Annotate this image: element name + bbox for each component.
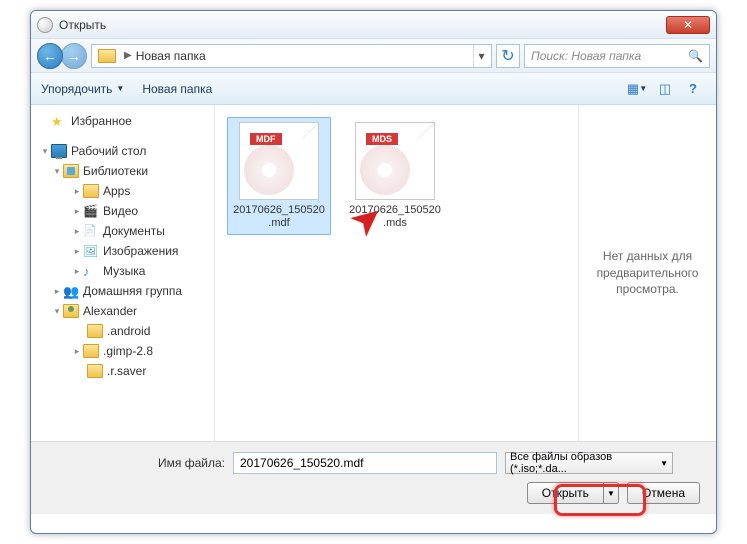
sidebar-user[interactable]: ▾ Alexander — [31, 301, 214, 321]
expander-icon[interactable]: ▸ — [71, 226, 83, 237]
folder-icon — [98, 49, 116, 63]
search-placeholder: Поиск: Новая папка — [531, 49, 641, 63]
open-button[interactable]: Открыть ▼ — [527, 482, 619, 504]
organize-menu[interactable]: Упорядочить ▼ — [41, 82, 124, 96]
sidebar-folder-gimp[interactable]: ▸ .gimp-2.8 — [31, 341, 214, 361]
video-icon: 🎬 — [83, 204, 99, 218]
expander-icon[interactable]: ▸ — [71, 346, 83, 357]
refresh-icon: ↻ — [501, 46, 514, 66]
files-area[interactable]: MDF 20170626_150520.mdf MDS 20170626_150… — [215, 105, 578, 441]
library-icon — [63, 164, 79, 178]
chevron-down-icon: ▼ — [639, 84, 647, 93]
disc-icon — [360, 145, 410, 195]
document-icon: 📄 — [83, 224, 99, 238]
footer: Имя файла: Все файлы образов (*.iso;*.da… — [31, 441, 716, 514]
chevron-down-icon: ▼ — [116, 84, 124, 93]
arrow-right-icon: → — [67, 48, 81, 64]
file-item-mdf[interactable]: MDF 20170626_150520.mdf — [227, 117, 331, 235]
music-icon: ♪ — [83, 264, 99, 278]
window-title: Открыть — [59, 18, 666, 32]
disc-icon — [244, 145, 294, 195]
forward-button[interactable]: → — [61, 43, 87, 69]
disc-icon — [37, 17, 53, 33]
sidebar-music[interactable]: ▸ ♪ Музыка — [31, 261, 214, 281]
new-folder-button[interactable]: Новая папка — [142, 82, 212, 96]
expander-icon[interactable]: ▸ — [71, 206, 83, 217]
expander-icon[interactable]: ▾ — [51, 166, 63, 177]
filename-input[interactable] — [233, 452, 497, 474]
chevron-down-icon[interactable]: ▼ — [604, 489, 618, 498]
back-button[interactable]: ← — [37, 43, 63, 69]
expander-icon[interactable]: ▸ — [71, 246, 83, 257]
file-thumbnail: MDS — [355, 122, 435, 200]
view-options-button[interactable]: ▦▼ — [624, 78, 650, 100]
sidebar-apps[interactable]: ▸ Apps — [31, 181, 214, 201]
preview-pane: Нет данных для предварительного просмотр… — [578, 105, 716, 441]
refresh-button[interactable]: ↻ — [496, 44, 520, 68]
file-name: 20170626_150520.mds — [348, 204, 442, 230]
homegroup-icon: 👥 — [63, 284, 79, 298]
search-input[interactable]: Поиск: Новая папка 🔍 — [524, 44, 710, 68]
image-icon: 🖼 — [83, 244, 99, 258]
breadcrumb[interactable]: ▶ Новая папка ▾ — [91, 44, 492, 68]
file-type-filter[interactable]: Все файлы образов (*.iso;*.da... ▼ — [505, 452, 673, 474]
sidebar-documents[interactable]: ▸ 📄 Документы — [31, 221, 214, 241]
nav-bar: ← → ▶ Новая папка ▾ ↻ Поиск: Новая папка… — [31, 39, 716, 73]
file-item-mds[interactable]: MDS 20170626_150520.mds — [343, 117, 447, 235]
sidebar-folder-rsaver[interactable]: .r.saver — [31, 361, 214, 381]
expander-icon[interactable]: ▸ — [71, 186, 83, 197]
expander-icon[interactable]: ▸ — [51, 286, 63, 297]
sidebar-images[interactable]: ▸ 🖼 Изображения — [31, 241, 214, 261]
file-thumbnail: MDF — [239, 122, 319, 200]
view-icon: ▦ — [627, 81, 639, 97]
sidebar: ★ Избранное ▾ Рабочий стол ▾ Библиотеки … — [31, 105, 215, 441]
sidebar-favorites[interactable]: ★ Избранное — [31, 111, 214, 131]
preview-icon: ◫ — [659, 81, 671, 97]
breadcrumb-dropdown[interactable]: ▾ — [473, 45, 489, 67]
open-dialog: Открыть ✕ ← → ▶ Новая папка ▾ ↻ Поиск: Н… — [30, 10, 717, 534]
sidebar-folder-android[interactable]: .android — [31, 321, 214, 341]
file-badge: MDF — [250, 133, 282, 145]
sidebar-libraries[interactable]: ▾ Библиотеки — [31, 161, 214, 181]
folder-icon — [87, 324, 103, 338]
toolbar: Упорядочить ▼ Новая папка ▦▼ ◫ ? — [31, 73, 716, 105]
user-icon — [63, 304, 79, 318]
star-icon: ★ — [51, 114, 67, 128]
nav-buttons: ← → — [37, 43, 87, 69]
titlebar: Открыть ✕ — [31, 11, 716, 39]
help-button[interactable]: ? — [680, 78, 706, 100]
preview-empty-text: Нет данных для предварительного просмотр… — [589, 248, 706, 298]
help-icon: ? — [689, 81, 697, 96]
chevron-down-icon: ▼ — [660, 459, 668, 468]
search-icon: 🔍 — [688, 49, 703, 63]
folder-icon — [87, 364, 103, 378]
folder-icon — [83, 344, 99, 358]
close-icon: ✕ — [683, 18, 693, 32]
preview-pane-button[interactable]: ◫ — [652, 78, 678, 100]
expander-icon[interactable]: ▸ — [71, 266, 83, 277]
chevron-right-icon: ▶ — [124, 50, 132, 61]
breadcrumb-folder: Новая папка — [136, 49, 206, 63]
folder-icon — [83, 184, 99, 198]
close-button[interactable]: ✕ — [666, 16, 710, 34]
main-area: ★ Избранное ▾ Рабочий стол ▾ Библиотеки … — [31, 105, 716, 441]
expander-icon[interactable]: ▾ — [39, 146, 51, 157]
file-badge: MDS — [366, 133, 398, 145]
sidebar-video[interactable]: ▸ 🎬 Видео — [31, 201, 214, 221]
sidebar-homegroup[interactable]: ▸ 👥 Домашняя группа — [31, 281, 214, 301]
filename-label: Имя файла: — [155, 456, 225, 470]
cancel-button[interactable]: Отмена — [627, 482, 700, 504]
expander-icon[interactable]: ▾ — [51, 306, 63, 317]
desktop-icon — [51, 144, 67, 158]
sidebar-desktop[interactable]: ▾ Рабочий стол — [31, 141, 214, 161]
file-name: 20170626_150520.mdf — [232, 204, 326, 230]
arrow-left-icon: ← — [43, 48, 57, 64]
